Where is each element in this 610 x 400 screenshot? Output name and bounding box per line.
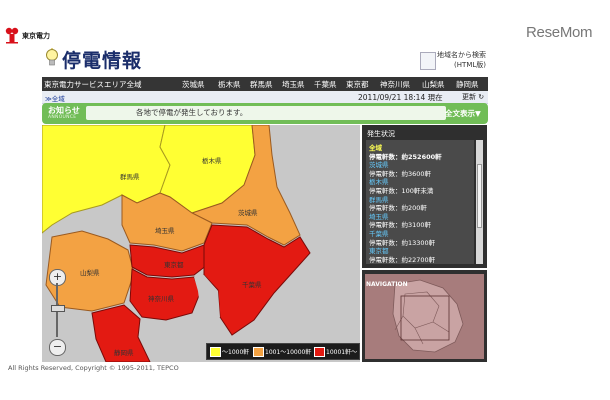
nav-service-area[interactable]: 東京電力サービスエリア全域 xyxy=(44,79,142,90)
outage-map[interactable]: 栃木県 群馬県 茨城県 埼玉県 山梨県 東京都 千葉県 神奈川県 静岡県 + −… xyxy=(42,125,360,362)
update-timestamp: 2011/09/21 18:14 現在 xyxy=(358,93,443,102)
map-label-tokyo: 東京都 xyxy=(164,260,184,269)
nav-shizuoka[interactable]: 静岡県 xyxy=(456,79,479,90)
html-link-line1: 地域名から検索 xyxy=(437,51,486,59)
legend-swatch-mid xyxy=(253,347,264,357)
nav-yamanashi[interactable]: 山梨県 xyxy=(422,79,445,90)
legend-swatch-low xyxy=(210,347,221,357)
tepco-logo-icon xyxy=(5,27,19,44)
map-label-yamanashi: 山梨県 xyxy=(80,268,100,277)
status-heading: 発生状況 xyxy=(367,130,395,138)
map-legend: 〜1000軒 1001〜10000軒 10001軒〜 xyxy=(206,343,360,360)
zoom-out-button[interactable]: − xyxy=(49,339,66,356)
zoom-slider-thumb[interactable] xyxy=(51,305,65,312)
nav-saitama[interactable]: 埼玉県 xyxy=(282,79,305,90)
navigation-panel: NAVIGATION xyxy=(362,270,487,362)
region-chiba xyxy=(203,224,311,336)
refresh-icon: ↻ xyxy=(476,93,485,101)
announce-message: 各地で停電が発生しております。 xyxy=(136,108,248,117)
nav-gunma[interactable]: 群馬県 xyxy=(250,79,273,90)
view-all-button[interactable]: 全文表示▼ xyxy=(445,108,481,119)
map-label-saitama: 埼玉県 xyxy=(155,226,175,235)
map-label-shizuoka: 静岡県 xyxy=(114,348,134,357)
lightbulb-icon xyxy=(46,48,58,66)
nav-chiba[interactable]: 千葉県 xyxy=(314,79,337,90)
html-version-link[interactable]: 地域名から検索 (HTML版) xyxy=(420,50,486,76)
nav-ibaraki[interactable]: 茨城県 xyxy=(182,79,205,90)
map-label-ibaraki: 茨城県 xyxy=(238,208,258,217)
breadcrumb[interactable]: ≫全域 xyxy=(45,93,65,103)
nav-kanagawa[interactable]: 神奈川県 xyxy=(380,79,410,90)
announce-message-box: 各地で停電が発生しております。 xyxy=(86,106,446,120)
nav-tochigi[interactable]: 栃木県 xyxy=(218,79,241,90)
html-link-line2: (HTML版) xyxy=(454,61,486,69)
refresh-label: 更新 xyxy=(462,93,476,101)
status-list[interactable]: 全域 停電軒数：約252600軒 茨城県 停電軒数：約3600軒 栃木県 停電軒数：100… xyxy=(366,140,474,264)
map-label-kanagawa: 神奈川県 xyxy=(148,294,175,303)
status-outage-count: 停電軒数：約22700軒 xyxy=(369,255,436,264)
announcement-bar: お知らせ ANNOUNCE 各地で停電が発生しております。 全文表示▼ xyxy=(42,103,488,124)
nav-tokyo[interactable]: 東京都 xyxy=(346,79,369,90)
area-nav-bar: 東京電力サービスエリア全域 茨城県 栃木県 群馬県 埼玉県 千葉県 東京都 神奈… xyxy=(42,77,488,91)
status-scrollbar[interactable] xyxy=(476,140,483,264)
map-svg: 栃木県 群馬県 茨城県 埼玉県 山梨県 東京都 千葉県 神奈川県 静岡県 xyxy=(42,125,311,362)
legend-swatch-high xyxy=(314,347,325,357)
legend-label-mid: 1001〜10000軒 xyxy=(265,349,312,356)
copyright-footer: All Rights Reserved, Copyright © 1995-20… xyxy=(8,364,179,372)
company-name: 東京電力 xyxy=(22,32,50,40)
legend-label-high: 10001軒〜 xyxy=(326,349,358,356)
announce-sublabel: ANNOUNCE xyxy=(48,115,77,120)
status-panel: 発生状況 全域 停電軒数：約252600軒 茨城県 停電軒数：約3600軒 栃木県 停電軒… xyxy=(362,125,487,268)
map-label-chiba: 千葉県 xyxy=(242,280,262,289)
map-label-tochigi: 栃木県 xyxy=(202,156,222,165)
navigation-label: NAVIGATION xyxy=(366,281,408,288)
status-scrollbar-thumb[interactable] xyxy=(477,164,482,228)
page-title: 停電情報 xyxy=(62,50,143,72)
legend-label-low: 〜1000軒 xyxy=(222,349,250,356)
resemom-watermark: ReseMom xyxy=(526,24,593,41)
document-icon xyxy=(420,52,436,70)
map-label-gunma: 群馬県 xyxy=(120,172,140,181)
refresh-button[interactable]: 更新 ↻ xyxy=(462,92,484,102)
